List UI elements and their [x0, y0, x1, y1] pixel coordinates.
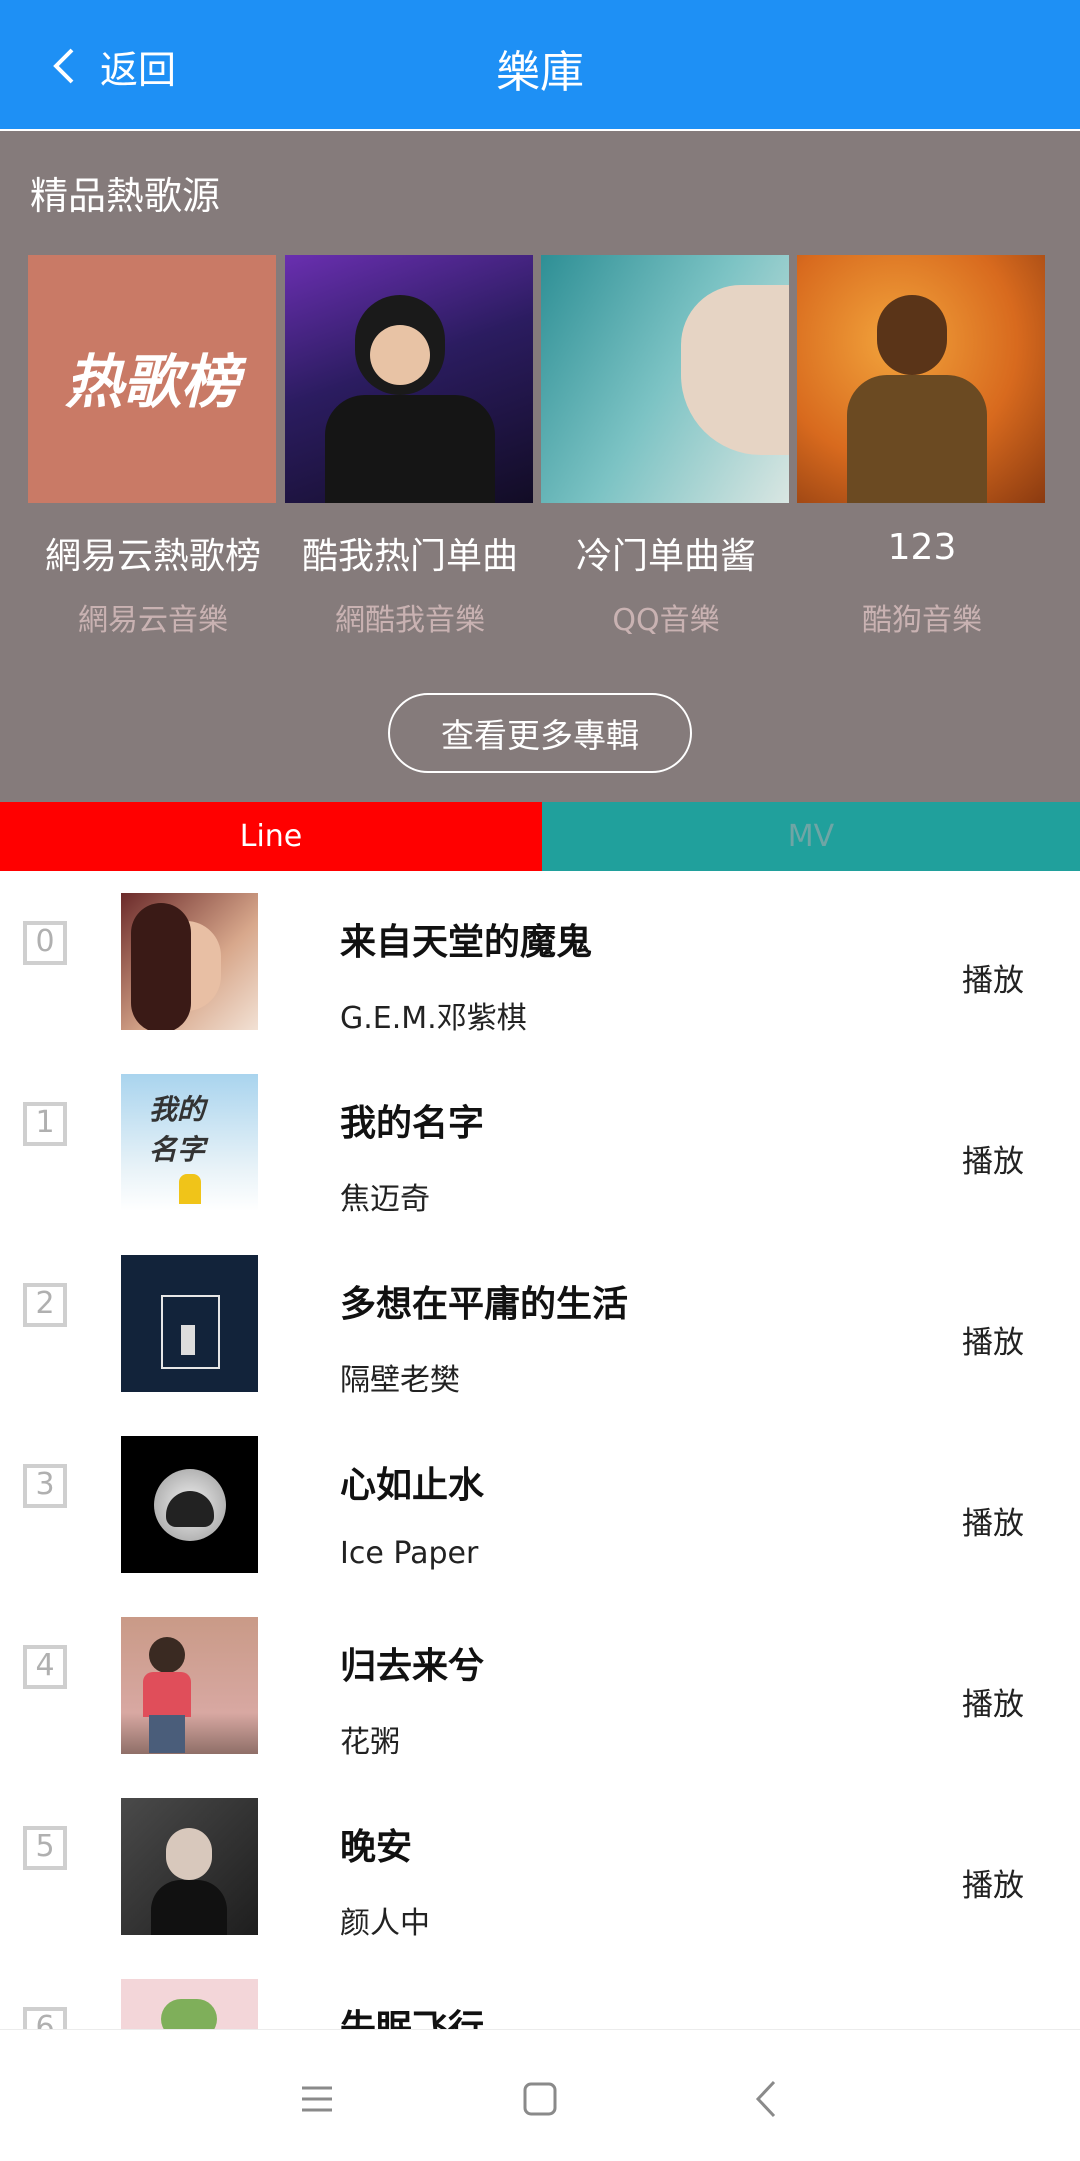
album-cover: 热歌榜 — [28, 255, 276, 503]
system-navigation-bar — [0, 2029, 1080, 2161]
song-artist: Ice Paper — [340, 1536, 479, 1571]
featured-section: 精品熱歌源 热歌榜 網易云熱歌榜 網易云音樂 酷我热门单曲 網酷我音樂 冷门单曲… — [0, 131, 1080, 802]
rank-badge: 4 — [23, 1645, 67, 1689]
song-row[interactable]: 4 归去来兮 花粥 播放 — [0, 1595, 1080, 1776]
rank-badge: 2 — [23, 1283, 67, 1327]
album-name: 酷我热门单曲 — [301, 536, 518, 577]
album-source: 酷狗音樂 — [862, 603, 982, 638]
album-name: 冷门单曲酱 — [575, 536, 756, 577]
song-row[interactable]: 5 晚安 颜人中 播放 — [0, 1776, 1080, 1957]
song-artist: 花粥 — [340, 1725, 400, 1760]
song-row[interactable]: 1 我的 名字 我的名字 焦迈奇 播放 — [0, 1052, 1080, 1233]
rank-badge: 0 — [23, 921, 67, 965]
song-row[interactable]: 3 心如止水 Ice Paper 播放 — [0, 1414, 1080, 1595]
song-artist: 焦迈奇 — [340, 1182, 430, 1217]
section-title: 精品熱歌源 — [30, 174, 221, 218]
page-title: 樂庫 — [496, 47, 584, 98]
home-icon[interactable] — [515, 2074, 565, 2124]
play-button[interactable]: 播放 — [962, 1860, 1024, 1905]
album-card[interactable]: 123 酷狗音樂 — [797, 255, 1047, 638]
song-row[interactable]: 6 失眠飞行 — [0, 1957, 1080, 2029]
back-icon[interactable] — [742, 2074, 792, 2124]
play-button[interactable]: 播放 — [962, 1498, 1024, 1543]
album-name: 123 — [887, 527, 957, 568]
song-row[interactable]: 0 来自天堂的魔鬼 G.E.M.邓紫棋 播放 — [0, 871, 1080, 1052]
tab-line[interactable]: Line — [0, 802, 542, 871]
play-button[interactable]: 播放 — [962, 1679, 1024, 1724]
song-title: 多想在平庸的生活 — [340, 1284, 629, 1325]
album-card[interactable]: 冷门单曲酱 QQ音樂 — [541, 255, 791, 638]
song-cover — [121, 1617, 258, 1754]
song-title: 我的名字 — [340, 1103, 485, 1144]
song-title: 晚安 — [340, 1827, 413, 1868]
album-source: QQ音樂 — [612, 603, 720, 638]
song-artist: 颜人中 — [340, 1906, 430, 1941]
song-title: 失眠飞行 — [340, 2008, 485, 2029]
song-cover: 我的 名字 — [121, 1074, 258, 1211]
play-button[interactable]: 播放 — [962, 1136, 1024, 1181]
play-button[interactable]: 播放 — [962, 955, 1024, 1000]
album-name: 網易云熱歌榜 — [44, 536, 261, 577]
album-cover — [285, 255, 533, 503]
song-cover — [121, 1798, 258, 1935]
album-source: 網酷我音樂 — [335, 603, 485, 638]
album-source: 網易云音樂 — [78, 603, 228, 638]
rank-badge: 3 — [23, 1464, 67, 1508]
play-button[interactable]: 播放 — [962, 1317, 1024, 1362]
cover-logo-text: 热歌榜 — [64, 348, 239, 416]
song-cover — [121, 893, 258, 1030]
album-card[interactable]: 热歌榜 網易云熱歌榜 網易云音樂 — [28, 255, 278, 638]
rank-badge: 5 — [23, 1826, 67, 1870]
app-header: 返回 樂庫 — [0, 0, 1080, 131]
rank-badge: 6 — [23, 2007, 67, 2029]
song-title: 心如止水 — [340, 1465, 485, 1506]
tab-mv[interactable]: MV — [542, 802, 1080, 871]
song-row[interactable]: 2 多想在平庸的生活 隔壁老樊 播放 — [0, 1233, 1080, 1414]
song-title: 归去来兮 — [340, 1646, 485, 1687]
song-title: 来自天堂的魔鬼 — [340, 922, 593, 963]
menu-icon[interactable] — [292, 2074, 342, 2124]
album-cover — [797, 255, 1045, 503]
song-list: 0 来自天堂的魔鬼 G.E.M.邓紫棋 播放 1 我的 名字 我的名字 焦迈奇 播… — [0, 871, 1080, 2029]
rank-badge: 1 — [23, 1102, 67, 1146]
song-cover — [121, 1255, 258, 1392]
song-artist: G.E.M.邓紫棋 — [340, 1001, 527, 1036]
song-cover — [121, 1436, 258, 1573]
song-cover — [121, 1979, 258, 2029]
album-cover — [541, 255, 789, 503]
view-more-albums-button[interactable]: 查看更多專輯 — [388, 693, 692, 773]
album-card[interactable]: 酷我热门单曲 網酷我音樂 — [285, 255, 535, 638]
song-artist: 隔壁老樊 — [340, 1363, 460, 1398]
